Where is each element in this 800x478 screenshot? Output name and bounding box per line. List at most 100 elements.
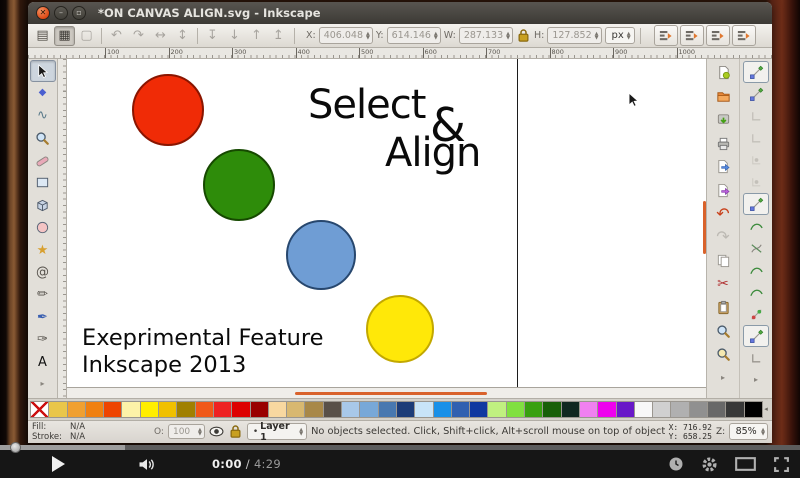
rotate-cw-button[interactable]: ↷: [128, 26, 149, 46]
palette-swatch[interactable]: [487, 401, 506, 418]
spinner-icon[interactable]: ▲▼: [627, 32, 631, 40]
volume-button[interactable]: [137, 457, 157, 472]
palette-swatch[interactable]: [542, 401, 561, 418]
spinner-icon[interactable]: ▲▼: [506, 32, 510, 40]
layer-lock-icon[interactable]: [228, 424, 243, 439]
new-document-button[interactable]: [710, 61, 736, 85]
canvas-text-select[interactable]: Select: [308, 85, 425, 125]
import-button[interactable]: [710, 155, 736, 179]
palette-swatch[interactable]: [707, 401, 726, 418]
palette-swatch[interactable]: [67, 401, 86, 418]
spinner-icon[interactable]: ▲▼: [299, 428, 303, 436]
palette-swatch[interactable]: [670, 401, 689, 418]
select-all-button[interactable]: ▤: [32, 26, 53, 46]
deselect-button[interactable]: ▢: [76, 26, 97, 46]
yellow-circle[interactable]: [366, 295, 434, 363]
flip-horizontal-button[interactable]: ↔: [150, 26, 171, 46]
palette-swatch[interactable]: [506, 401, 525, 418]
palette-swatch[interactable]: [378, 401, 397, 418]
align-button-4[interactable]: [732, 25, 756, 46]
star-tool[interactable]: ★: [30, 239, 56, 261]
palette-swatch[interactable]: [597, 401, 616, 418]
box3d-tool[interactable]: [30, 194, 56, 216]
spinner-icon[interactable]: ▲▼: [761, 428, 765, 436]
palette-swatch[interactable]: [616, 401, 635, 418]
play-button[interactable]: [52, 456, 65, 472]
red-circle[interactable]: [132, 74, 204, 146]
calligraphy-tool[interactable]: ✑: [30, 329, 56, 351]
select-all-layers-button[interactable]: ▦: [54, 26, 75, 46]
palette-swatch[interactable]: [140, 401, 159, 418]
layer-visibility-icon[interactable]: [209, 424, 224, 439]
save-document-button[interactable]: [710, 108, 736, 132]
horizontal-scrollbar-thumb[interactable]: [295, 392, 487, 395]
cut-button[interactable]: ✂: [710, 273, 736, 297]
pencil-tool[interactable]: ✏: [30, 284, 56, 306]
zoom-drawing-button[interactable]: [710, 343, 736, 367]
snap-bbox-button[interactable]: [743, 83, 769, 105]
flip-vertical-button[interactable]: ↕: [172, 26, 193, 46]
ellipse-tool[interactable]: [30, 217, 56, 239]
text-tool[interactable]: A: [30, 351, 56, 373]
layer-dropdown[interactable]: • Layer 1 ▲▼: [247, 423, 307, 440]
raise-to-top-button[interactable]: ↥: [268, 26, 289, 46]
close-button[interactable]: ✕: [36, 6, 50, 20]
palette-swatch[interactable]: [85, 401, 104, 418]
titlebar[interactable]: ✕ – ▫ *ON CANVAS ALIGN.svg - Inkscape: [28, 2, 772, 24]
palette-swatch[interactable]: [250, 401, 269, 418]
opacity-field[interactable]: 100▲▼: [168, 424, 205, 439]
paste-button[interactable]: [710, 296, 736, 320]
palette-swatch-none[interactable]: [30, 401, 49, 418]
palette-swatch[interactable]: [359, 401, 378, 418]
spinner-icon[interactable]: ▲▼: [595, 32, 599, 40]
tweak-tool[interactable]: ∿: [30, 105, 56, 127]
spiral-tool[interactable]: @: [30, 262, 56, 284]
lock-ratio-icon[interactable]: [516, 28, 531, 43]
align-button-1[interactable]: [654, 25, 678, 46]
palette-swatch[interactable]: [561, 401, 580, 418]
palette-swatch[interactable]: [286, 401, 305, 418]
pen-tool[interactable]: ✒: [30, 306, 56, 328]
w-field[interactable]: 287.133▲▼: [459, 27, 513, 44]
horizontal-ruler[interactable]: 1002003004005006007008009001000: [28, 48, 772, 59]
palette-swatch[interactable]: [451, 401, 470, 418]
palette-swatch[interactable]: [744, 401, 763, 418]
green-circle[interactable]: [203, 149, 275, 221]
palette-swatch[interactable]: [268, 401, 287, 418]
export-button[interactable]: [710, 179, 736, 203]
snap-bbox-centers-button[interactable]: [743, 171, 769, 193]
copy-button[interactable]: [710, 249, 736, 273]
palette-swatch[interactable]: [304, 401, 323, 418]
vertical-ruler[interactable]: [58, 59, 67, 398]
eraser-tool[interactable]: [30, 150, 56, 172]
snap-toggle-button[interactable]: [743, 61, 769, 83]
palette-swatch[interactable]: [176, 401, 195, 418]
blue-circle[interactable]: [286, 220, 356, 290]
lower-to-bottom-button[interactable]: ↧: [202, 26, 223, 46]
fill-stroke-indicator[interactable]: Fill:N/A Stroke:N/A: [32, 422, 140, 442]
units-dropdown[interactable]: px▲▼: [605, 27, 635, 44]
theater-mode-button[interactable]: [735, 457, 756, 471]
fullscreen-button[interactable]: [773, 456, 790, 473]
snapbar-more-icon[interactable]: ▸: [743, 369, 769, 391]
palette-swatch[interactable]: [634, 401, 653, 418]
rect-tool[interactable]: [30, 172, 56, 194]
redo-button[interactable]: ↷: [710, 226, 736, 250]
palette-swatch[interactable]: [433, 401, 452, 418]
palette-swatch[interactable]: [725, 401, 744, 418]
settings-button[interactable]: [701, 456, 718, 473]
palette-swatch[interactable]: [524, 401, 543, 418]
palette-swatch[interactable]: [414, 401, 433, 418]
snap-bbox-midpoints-button[interactable]: [743, 149, 769, 171]
open-document-button[interactable]: [710, 85, 736, 109]
y-field[interactable]: 614.146▲▼: [387, 27, 441, 44]
spinner-icon[interactable]: ▲▼: [366, 32, 370, 40]
palette-swatch[interactable]: [469, 401, 488, 418]
x-field[interactable]: 406.048▲▼: [319, 27, 373, 44]
toolbox-more-icon[interactable]: ▸: [30, 373, 56, 395]
selector-tool[interactable]: [30, 60, 56, 82]
snap-cusp-nodes-button[interactable]: [743, 259, 769, 281]
palette-swatch[interactable]: [396, 401, 415, 418]
canvas[interactable]: Select & Align Exeprimental Feature Inks…: [67, 59, 706, 398]
palette-swatch[interactable]: [231, 401, 250, 418]
